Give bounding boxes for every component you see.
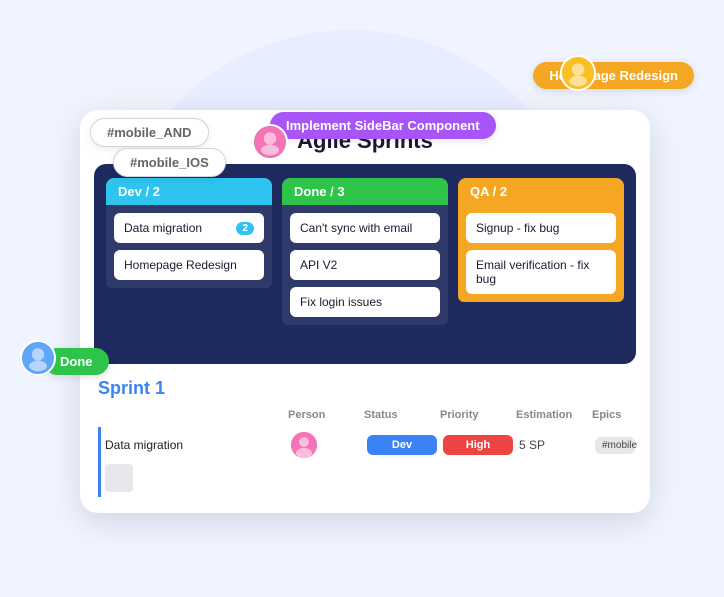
board-card-sync[interactable]: Can't sync with email (290, 213, 440, 243)
board-card-login[interactable]: Fix login issues (290, 287, 440, 317)
column-header-done: Done / 3 (282, 178, 448, 205)
board-card-homepage-redesign[interactable]: Homepage Redesign (114, 250, 264, 280)
avatar-homepage (560, 55, 596, 91)
sprint-section: Sprint 1 Person Status Priority Estimati… (80, 364, 650, 513)
label-mobile-ios[interactable]: #mobile_IOS (113, 148, 226, 177)
card-text: API V2 (300, 258, 337, 272)
board-card-signup[interactable]: Signup - fix bug (466, 213, 616, 243)
avatar-face-icon (562, 55, 594, 91)
header-estimation: Estimation (516, 409, 586, 421)
header-priority: Priority (440, 409, 510, 421)
person-avatar-icon (291, 432, 317, 458)
column-body-done: Can't sync with email API V2 Fix login i… (282, 205, 448, 325)
board-column-qa: QA / 2 Signup - fix bug Email verificati… (458, 178, 624, 350)
board-column-dev: Dev / 2 Data migration 2 Homepage Redesi… (106, 178, 272, 350)
sprint-row-name: Data migration (105, 438, 285, 452)
card-text: Homepage Redesign (124, 258, 237, 272)
column-body-qa: Signup - fix bug Email verification - fi… (458, 205, 624, 302)
avatar-face-icon2 (254, 124, 286, 160)
avatar-done (20, 340, 56, 376)
board-card-data-migration[interactable]: Data migration 2 (114, 213, 264, 243)
comment-badge: 2 (236, 222, 254, 235)
epic-badge[interactable]: #mobile (595, 437, 635, 454)
sprint-avatar (291, 432, 317, 458)
avatar-sidebar (252, 124, 288, 160)
column-header-dev: Dev / 2 (106, 178, 272, 205)
kanban-board: Dev / 2 Data migration 2 Homepage Redesi… (94, 164, 636, 364)
card-text: Fix login issues (300, 295, 382, 309)
sprint-title: Sprint 1 (98, 378, 632, 399)
card-text: Data migration (124, 221, 202, 235)
card-text: Signup - fix bug (476, 221, 559, 235)
header-task (102, 409, 282, 421)
board-column-done: Done / 3 Can't sync with email API V2 Fi… (282, 178, 448, 350)
card-text: Email verification - fix bug (476, 258, 606, 286)
column-header-qa: QA / 2 (458, 178, 624, 205)
label-mobile-and[interactable]: #mobile_AND (90, 118, 209, 147)
column-body-dev: Data migration 2 Homepage Redesign (106, 205, 272, 288)
estimation-text: 5 SP (519, 438, 589, 452)
sprint-row: Data migration Dev High 5 SP #mobile (98, 427, 632, 497)
status-badge[interactable]: Dev (367, 435, 437, 455)
label-sidebar-component[interactable]: Implement SideBar Component (270, 112, 496, 139)
avatar-face-icon3 (22, 340, 54, 376)
header-person: Person (288, 409, 358, 421)
board-card-email-verification[interactable]: Email verification - fix bug (466, 250, 616, 294)
card-text: Can't sync with email (300, 221, 412, 235)
label-homepage[interactable]: Homepage Redesign (533, 62, 694, 89)
scroll-handle[interactable] (105, 464, 133, 492)
priority-badge[interactable]: High (443, 435, 513, 455)
header-epics: Epics (592, 409, 632, 421)
board-card-api[interactable]: API V2 (290, 250, 440, 280)
header-status: Status (364, 409, 434, 421)
sprint-table-header: Person Status Priority Estimation Epics (98, 409, 632, 421)
